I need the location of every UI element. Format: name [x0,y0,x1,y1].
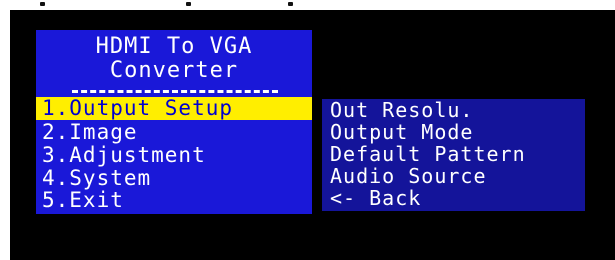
title-separator [72,90,278,93]
submenu-item-back[interactable]: <- Back [322,187,585,209]
osd-title-line2: Converter [109,58,239,83]
menu-item-image[interactable]: 2.Image [36,121,312,144]
osd-title-line1: HDMI To VGA [95,34,253,59]
menu-item-exit[interactable]: 5.Exit [36,189,312,212]
submenu-item-audio-source[interactable]: Audio Source [322,165,585,187]
top-dot [40,2,45,6]
submenu-item-default-pattern[interactable]: Default Pattern [322,143,585,165]
submenu-item-out-resolution[interactable]: Out Resolu. [322,99,585,121]
menu-item-output-setup[interactable]: 1.Output Setup [36,97,312,120]
top-dot [288,2,293,6]
top-dot [186,2,191,6]
osd-main-menu: HDMI To VGA Converter 1.Output Setup 2.I… [36,30,312,214]
screen: HDMI To VGA Converter 1.Output Setup 2.I… [0,0,615,260]
menu-item-system[interactable]: 4.System [36,167,312,190]
osd-submenu: Out Resolu. Output Mode Default Pattern … [322,99,585,211]
menu-item-adjustment[interactable]: 3.Adjustment [36,144,312,167]
submenu-item-output-mode[interactable]: Output Mode [322,121,585,143]
